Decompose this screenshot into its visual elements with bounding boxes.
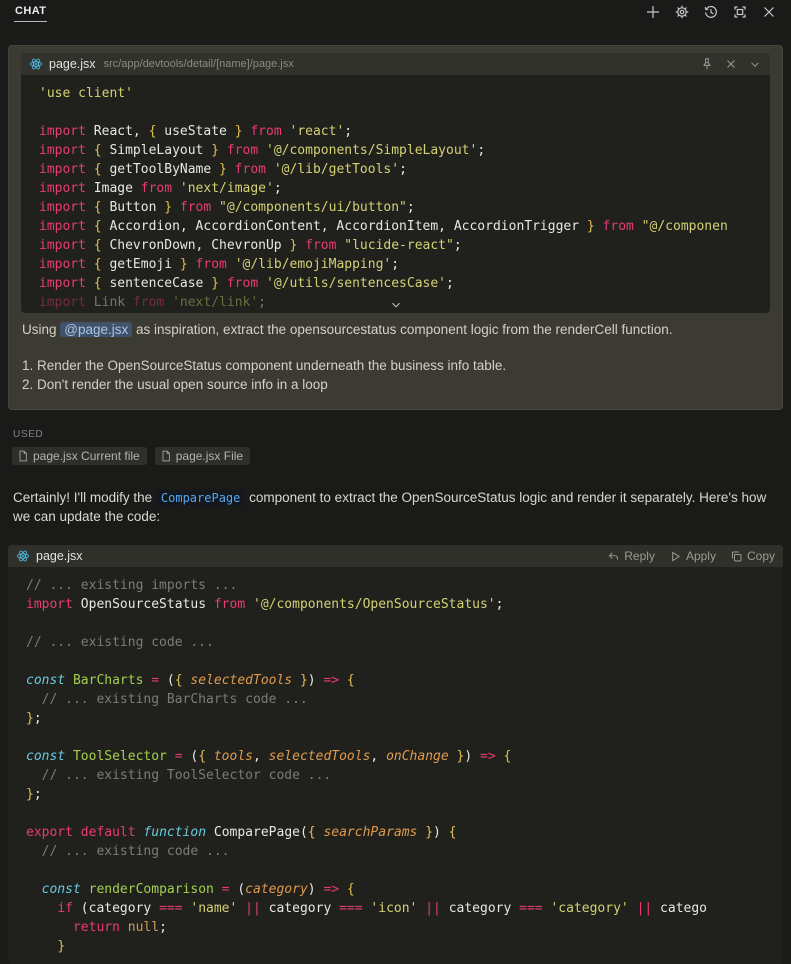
open-in-editor-icon[interactable] — [732, 4, 748, 20]
apply-button[interactable]: Apply — [669, 549, 716, 563]
code-line: import { SimpleLayout } from '@/componen… — [39, 141, 770, 160]
code-line: } — [26, 937, 783, 956]
code-line: import OpenSourceStatus from '@/componen… — [26, 595, 783, 614]
inline-code-compare-page: ComparePage — [156, 490, 245, 506]
code-line: // ... existing code ... — [26, 842, 783, 861]
reply-icon — [607, 550, 620, 563]
code-line: }; — [26, 709, 783, 728]
close-icon[interactable] — [761, 4, 777, 20]
history-icon[interactable] — [703, 4, 719, 20]
chevron-down-icon[interactable] — [748, 57, 762, 71]
code-line: import Link from 'next/link'; — [39, 293, 770, 312]
code-line: // ... existing imports ... — [26, 576, 783, 595]
copy-button[interactable]: Copy — [730, 549, 775, 563]
chip-label: page.jsx File — [176, 449, 243, 463]
user-message-list: 1. Render the OpenSourceStatus component… — [22, 356, 769, 394]
code-content: // ... existing imports ...import OpenSo… — [8, 567, 783, 964]
file-name: page.jsx — [49, 57, 96, 71]
code-line: import { ChevronDown, ChevronUp } from "… — [39, 236, 770, 255]
code-line: return null; — [26, 918, 783, 937]
list-item: 2. Don't render the usual open source in… — [22, 375, 769, 394]
code-line: const ToolSelector = ({ tools, selectedT… — [26, 747, 783, 766]
close-icon[interactable] — [724, 57, 738, 71]
code-line — [26, 652, 783, 671]
tab-chat[interactable]: CHAT — [14, 3, 47, 22]
copy-icon — [730, 550, 743, 563]
used-label: USED — [13, 429, 43, 440]
code-actions: Reply Apply Copy — [607, 549, 775, 563]
code-line: const renderComparison = (category) => { — [26, 880, 783, 899]
user-message-card: page.jsx src/app/devtools/detail/[name]/… — [8, 45, 783, 410]
code-line: import { getEmoji } from '@/lib/emojiMap… — [39, 255, 770, 274]
code-line: 'use client' — [39, 84, 770, 103]
expand-code-chevron-icon[interactable] — [389, 298, 403, 312]
code-line — [26, 804, 783, 823]
topbar-actions — [645, 3, 777, 20]
code-line: import { Accordion, AccordionContent, Ac… — [39, 217, 770, 236]
attached-file-code-block: page.jsx src/app/devtools/detail/[name]/… — [21, 53, 770, 313]
user-message-line: Using @page.jsx as inspiration, extract … — [22, 320, 769, 339]
file-icon — [160, 450, 172, 462]
play-icon — [669, 550, 682, 563]
file-name: page.jsx — [36, 549, 83, 563]
code-line — [39, 103, 770, 122]
code-line: // ... existing ToolSelector code ... — [26, 766, 783, 785]
assistant-code-block: page.jsx Reply Apply Copy // ... — [8, 545, 783, 964]
list-item: 1. Render the OpenSourceStatus component… — [22, 356, 769, 375]
used-chip-file[interactable]: page.jsx File — [155, 447, 250, 465]
code-line — [26, 614, 783, 633]
code-line — [26, 861, 783, 880]
code-line: }; — [26, 785, 783, 804]
react-icon — [29, 57, 43, 71]
code-line: import { Button } from "@/components/ui/… — [39, 198, 770, 217]
code-block-header: page.jsx Reply Apply Copy — [8, 545, 783, 567]
code-line — [26, 728, 783, 747]
react-icon — [16, 549, 30, 563]
code-line: import React, { useState } from 'react'; — [39, 122, 770, 141]
used-chip-current-file[interactable]: page.jsx Current file — [12, 447, 147, 465]
code-line: import Image from 'next/image'; — [39, 179, 770, 198]
assistant-message-text: Certainly! I'll modify the ComparePage c… — [13, 489, 779, 526]
new-chat-icon[interactable] — [645, 4, 661, 20]
file-mention[interactable]: @page.jsx — [60, 322, 132, 337]
code-line: import { sentenceCase } from '@/utils/se… — [39, 274, 770, 293]
code-block-header[interactable]: page.jsx src/app/devtools/detail/[name]/… — [21, 53, 770, 75]
chat-panel-topbar: CHAT — [0, 0, 791, 24]
reply-button[interactable]: Reply — [607, 549, 655, 563]
file-icon — [17, 450, 29, 462]
action-label: Copy — [747, 549, 775, 563]
file-path: src/app/devtools/detail/[name]/page.jsx — [104, 58, 294, 70]
code-line: if (category === 'name' || category === … — [26, 899, 783, 918]
code-line: const BarCharts = ({ selectedTools }) =>… — [26, 671, 783, 690]
code-line: import { getToolByName } from '@/lib/get… — [39, 160, 770, 179]
used-chips: page.jsx Current file page.jsx File — [12, 447, 250, 465]
code-line: // ... existing BarCharts code ... — [26, 690, 783, 709]
user-message-text: Using @page.jsx as inspiration, extract … — [22, 320, 769, 394]
action-label: Reply — [624, 549, 655, 563]
gear-icon[interactable] — [674, 4, 690, 20]
chip-label: page.jsx Current file — [33, 449, 140, 463]
action-label: Apply — [686, 549, 716, 563]
code-content: 'use client' import React, { useState } … — [21, 75, 770, 313]
code-line: // ... existing code ... — [26, 633, 783, 652]
pin-icon[interactable] — [700, 57, 714, 71]
code-line: export default function ComparePage({ se… — [26, 823, 783, 842]
